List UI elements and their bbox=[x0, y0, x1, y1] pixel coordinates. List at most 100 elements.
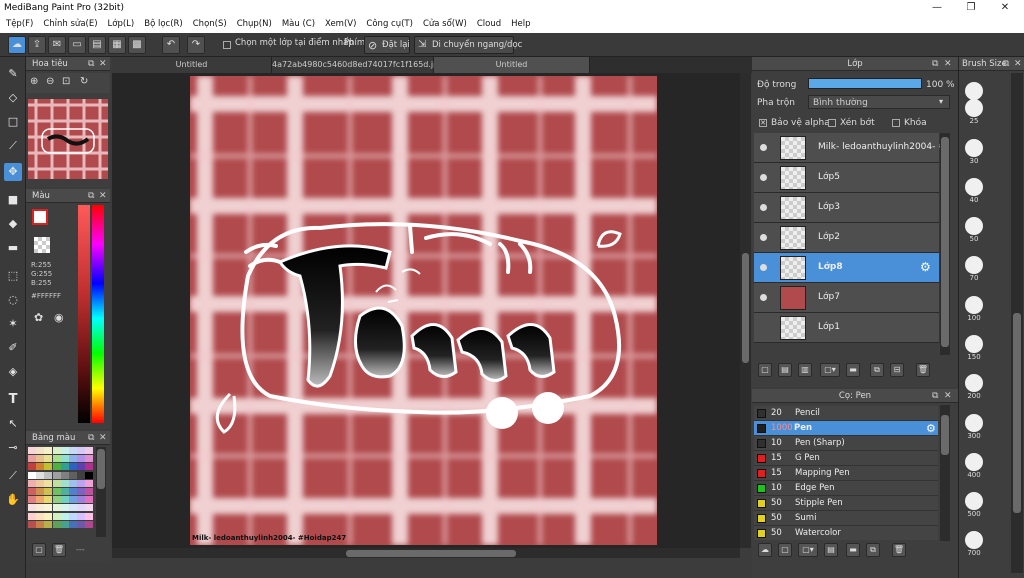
palette-swatch[interactable] bbox=[28, 488, 36, 495]
palette-swatch[interactable] bbox=[52, 463, 61, 471]
brush-size-dot[interactable] bbox=[965, 217, 983, 235]
transparent-swatch[interactable] bbox=[34, 237, 50, 253]
brush-scrollbar[interactable] bbox=[940, 405, 950, 541]
palette-swatch[interactable] bbox=[36, 496, 45, 504]
clip-checkbox[interactable] bbox=[828, 119, 836, 127]
palette-swatch[interactable] bbox=[44, 496, 53, 504]
balloon-icon[interactable]: ▭ bbox=[68, 36, 86, 54]
palette-swatch[interactable] bbox=[60, 455, 69, 463]
palette-swatch[interactable] bbox=[85, 479, 94, 487]
drawing-canvas[interactable]: Milk- ledoanthuylinh2004- #Hoidap247 bbox=[190, 76, 657, 545]
palette-scrollbar[interactable] bbox=[96, 447, 106, 537]
select-eraser-icon[interactable]: ◈ bbox=[4, 363, 22, 381]
brush-size-close-icon[interactable]: ✕ bbox=[1014, 57, 1022, 71]
brush-size-dot[interactable] bbox=[965, 256, 983, 274]
grid-icon[interactable]: ▩ bbox=[128, 36, 146, 54]
primary-color-swatch[interactable] bbox=[32, 209, 48, 225]
palette-swatches[interactable] bbox=[28, 447, 94, 537]
palette-swatch[interactable] bbox=[77, 504, 86, 512]
hue-bar[interactable] bbox=[92, 205, 104, 423]
new-layer-icon[interactable]: ▢ bbox=[758, 363, 772, 377]
palette-swatch[interactable] bbox=[44, 520, 53, 528]
palette-delete-icon[interactable]: 🗑 bbox=[52, 543, 66, 557]
layer-scrollbar[interactable] bbox=[940, 133, 950, 355]
brush-scroll-thumb[interactable] bbox=[941, 415, 949, 455]
eye-icon[interactable] bbox=[760, 174, 767, 181]
brush-popout-icon[interactable]: ⧉ bbox=[932, 389, 938, 403]
palette-swatch[interactable] bbox=[36, 479, 45, 487]
palette-swatch[interactable] bbox=[36, 488, 45, 495]
eraser-tool-icon[interactable]: ◇ bbox=[4, 89, 22, 107]
palette-swatch[interactable] bbox=[36, 520, 45, 528]
palette-swatch[interactable] bbox=[77, 455, 86, 463]
palette-new-icon[interactable]: ▢ bbox=[32, 543, 46, 557]
palette-swatch[interactable] bbox=[36, 447, 45, 454]
palette-swatch[interactable] bbox=[85, 447, 94, 454]
palette-swatch[interactable] bbox=[44, 447, 53, 454]
palette-swatch[interactable] bbox=[52, 455, 61, 463]
blur-tool-icon[interactable]: ⊸ bbox=[4, 439, 22, 457]
menu-window[interactable]: Cửa sổ(W) bbox=[423, 16, 467, 33]
gear-icon[interactable]: ⚙ bbox=[920, 260, 931, 274]
protect-alpha-checkbox[interactable]: ✕ bbox=[759, 119, 767, 127]
zoom-in-icon[interactable]: ⊕ bbox=[30, 76, 38, 87]
panel-icon[interactable]: ▦ bbox=[108, 36, 126, 54]
brush-row[interactable]: 50 Stipple Pen bbox=[754, 496, 938, 511]
palette-swatch[interactable] bbox=[44, 471, 53, 479]
palette-swatch[interactable] bbox=[85, 504, 94, 512]
menu-help[interactable]: Help bbox=[511, 16, 530, 33]
menu-cloud[interactable]: Cloud bbox=[477, 16, 501, 33]
gradient-tool-icon[interactable]: ▬ bbox=[4, 239, 22, 257]
menu-edit[interactable]: Chỉnh sửa(E) bbox=[43, 16, 97, 33]
color-wheel-icon[interactable]: ✿ bbox=[34, 311, 43, 324]
brush-size-dot[interactable] bbox=[965, 414, 983, 432]
brush-size-dot[interactable] bbox=[965, 178, 983, 196]
brush-row[interactable]: 15 Mapping Pen bbox=[754, 466, 938, 481]
brush-delete-icon[interactable]: 🗑 bbox=[892, 543, 906, 557]
cloud-icon[interactable]: ☁ bbox=[8, 36, 26, 54]
hand-tool-icon[interactable]: ✋ bbox=[4, 491, 22, 509]
new-brush-icon[interactable]: ▢ bbox=[778, 543, 792, 557]
add-layer-menu-icon[interactable]: ▢▾ bbox=[820, 363, 840, 377]
palette-close-icon[interactable]: ✕ bbox=[99, 431, 107, 445]
brush-row[interactable]: 50 Sumi bbox=[754, 511, 938, 526]
blend-select[interactable]: Bình thường ▾ bbox=[808, 95, 950, 109]
palette-swatch[interactable] bbox=[60, 496, 69, 504]
brush-row[interactable]: 10 Edge Pen bbox=[754, 481, 938, 496]
eye-icon[interactable] bbox=[760, 204, 767, 211]
palette-swatch[interactable] bbox=[60, 504, 69, 512]
comment-icon[interactable]: ✉ bbox=[48, 36, 66, 54]
palette-swatch[interactable] bbox=[44, 463, 53, 471]
workspace-hscroll-thumb[interactable] bbox=[346, 550, 516, 557]
palette-swatch[interactable] bbox=[28, 504, 36, 512]
brush-import-icon[interactable]: ▤ bbox=[824, 543, 838, 557]
palette-swatch[interactable] bbox=[85, 512, 94, 520]
layer-row[interactable]: Lớp7 bbox=[754, 283, 939, 313]
palette-swatch[interactable] bbox=[69, 520, 77, 528]
fill-shape-tool-icon[interactable]: ■ bbox=[4, 191, 22, 209]
palette-swatch[interactable] bbox=[69, 496, 77, 504]
minimize-icon[interactable]: — bbox=[920, 0, 954, 16]
palette-swatch[interactable] bbox=[52, 496, 61, 504]
palette-swatch[interactable] bbox=[36, 463, 45, 471]
palette-swatch[interactable] bbox=[60, 463, 69, 471]
palette-swatch[interactable] bbox=[85, 455, 94, 463]
brush-row[interactable]: 50 Watercolor bbox=[754, 526, 938, 540]
brush-cloud-icon[interactable]: ☁ bbox=[758, 543, 772, 557]
navigator-close-icon[interactable]: ✕ bbox=[99, 57, 107, 71]
palette-swatch[interactable] bbox=[69, 447, 77, 454]
palette-swatch[interactable] bbox=[44, 512, 53, 520]
palette-swatch[interactable] bbox=[85, 520, 94, 528]
select-pen-icon[interactable]: ✐ bbox=[4, 339, 22, 357]
operation-tool-icon[interactable]: ↖ bbox=[4, 415, 22, 433]
layer-scroll-thumb[interactable] bbox=[941, 137, 949, 347]
workspace-hscroll[interactable] bbox=[112, 548, 740, 558]
gear-icon[interactable]: ⚙ bbox=[926, 421, 936, 436]
undo-icon[interactable]: ↶ bbox=[162, 36, 180, 54]
text-tool-icon[interactable]: T bbox=[4, 391, 22, 409]
magic-wand-icon[interactable]: ✶ bbox=[4, 315, 22, 333]
upload-icon[interactable]: ⇪ bbox=[28, 36, 46, 54]
palette-swatch[interactable] bbox=[44, 479, 53, 487]
palette-swatch[interactable] bbox=[77, 512, 86, 520]
tab-image[interactable]: 4a72ab4980c5460d8ed74017fc1f165d.jpg bbox=[272, 57, 443, 73]
